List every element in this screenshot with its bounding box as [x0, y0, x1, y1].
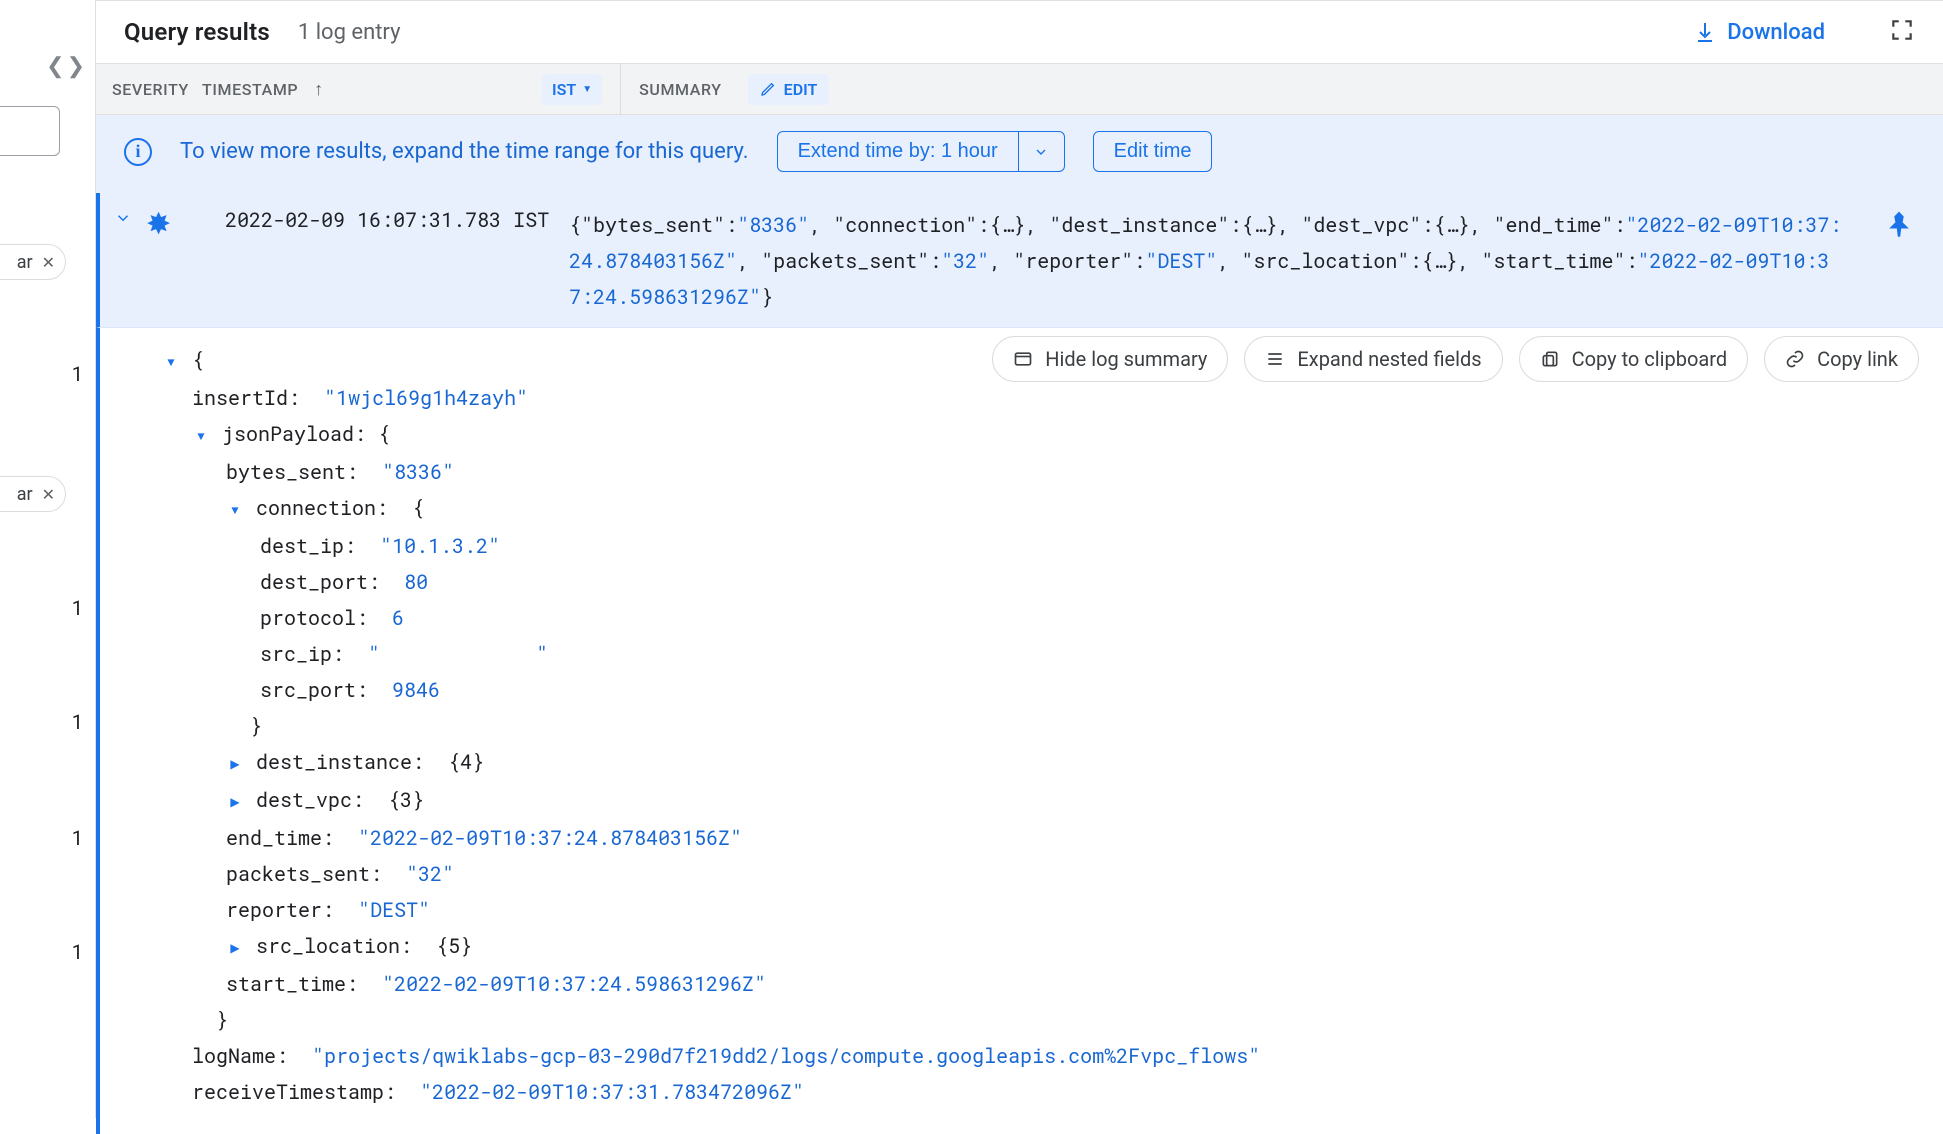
chevron-down-icon [1033, 144, 1049, 160]
col-severity[interactable]: SEVERITY [112, 80, 202, 99]
copy-link-label: Copy link [1817, 347, 1898, 371]
hide-log-summary-button[interactable]: Hide log summary [992, 336, 1228, 382]
dest-instance-count: 4 [460, 749, 472, 775]
code-toggle[interactable]: ❮ ❯ [46, 56, 85, 78]
copy-clipboard-button[interactable]: Copy to clipboard [1519, 336, 1749, 382]
edit-columns-chip[interactable]: EDIT [748, 74, 830, 105]
sidebar-field[interactable] [0, 106, 60, 156]
hide-log-summary-label: Hide log summary [1045, 347, 1207, 371]
col-summary[interactable]: SUMMARY [639, 80, 722, 99]
chevron-left-icon: ❮ [46, 56, 64, 78]
col-timestamp[interactable]: TIMESTAMP ↑ [202, 79, 412, 100]
chevron-right-icon: ❯ [67, 56, 85, 78]
dest-ip-value: 10.1.3.2 [392, 533, 488, 559]
log-name-value: projects/qwiklabs-gcp-03-290d7f219dd2/lo… [324, 1043, 1248, 1069]
fullscreen-button[interactable] [1889, 17, 1915, 47]
expand-icon [1265, 349, 1285, 369]
filter-chip-text: ar [17, 484, 33, 505]
panel-icon [1013, 349, 1033, 369]
info-icon: i [124, 138, 152, 166]
close-icon[interactable]: ✕ [42, 485, 55, 504]
row-count: 1 [72, 596, 83, 620]
extend-time-dropdown[interactable] [1019, 131, 1065, 172]
row-count: 1 [72, 710, 83, 734]
end-time-value: 2022-02-09T10:37:24.878403156Z [370, 825, 730, 851]
download-icon [1693, 20, 1717, 44]
receive-timestamp-value: 2022-02-09T10:37:31.783472096Z [432, 1079, 792, 1105]
caret-down-icon: ▼ [582, 84, 592, 95]
left-sidebar-strip: ❮ ❯ ar ✕ ar ✕ 1 1 1 1 1 [0, 0, 96, 1118]
banner-text: To view more results, expand the time ra… [180, 139, 749, 164]
fullscreen-icon [1889, 17, 1915, 43]
copy-link-button[interactable]: Copy link [1764, 336, 1919, 382]
pin-icon [1885, 211, 1913, 239]
pin-button[interactable] [1867, 205, 1921, 243]
entry-timestamp: 2022-02-09 16:07:31.783 IST [185, 205, 555, 233]
timezone-label: IST [552, 80, 576, 99]
tree-toggle[interactable] [226, 492, 244, 528]
dest-port-value: 80 [404, 569, 428, 595]
column-divider [620, 63, 621, 115]
pencil-icon [760, 81, 776, 97]
download-button[interactable]: Download [1693, 20, 1825, 45]
filter-chip-2[interactable]: ar ✕ [0, 476, 66, 512]
tree-toggle[interactable] [226, 784, 244, 820]
row-count: 1 [72, 940, 83, 964]
edit-label: EDIT [784, 80, 818, 99]
expand-toggle[interactable] [114, 209, 132, 232]
link-icon [1785, 349, 1805, 369]
tree-toggle[interactable] [162, 344, 180, 380]
copy-clipboard-label: Copy to clipboard [1572, 347, 1728, 371]
log-entry-expanded: Hide log summary Expand nested fields Co… [96, 328, 1943, 1134]
src-location-count: 5 [448, 933, 460, 959]
result-count: 1 log entry [298, 20, 401, 45]
extend-time-button[interactable]: Extend time by: 1 hour [777, 131, 1019, 172]
entry-summary: {"bytes_sent":"8336", "connection":{…}, … [569, 205, 1853, 315]
dest-vpc-count: 3 [400, 787, 412, 813]
expand-nested-label: Expand nested fields [1297, 347, 1481, 371]
json-tree: { insertId: "1wjcl69g1h4zayh" jsonPayloa… [122, 342, 1921, 1110]
log-entry-row[interactable]: ✸ 2022-02-09 16:07:31.783 IST {"bytes_se… [96, 193, 1943, 328]
tree-toggle[interactable] [226, 746, 244, 782]
tree-toggle[interactable] [192, 418, 210, 454]
row-count: 1 [72, 826, 83, 850]
start-time-value: 2022-02-09T10:37:24.598631296Z [394, 971, 754, 997]
timezone-chip[interactable]: IST ▼ [542, 74, 602, 105]
bytes-sent-value: 8336 [394, 459, 442, 485]
filter-chip-1[interactable]: ar ✕ [0, 244, 66, 280]
src-port-value: 9846 [392, 677, 440, 703]
time-range-banner: i To view more results, expand the time … [96, 115, 1943, 193]
filter-chip-text: ar [17, 252, 33, 273]
tree-toggle[interactable] [226, 930, 244, 966]
edit-time-button[interactable]: Edit time [1093, 131, 1213, 172]
packets-sent-value: 32 [418, 861, 442, 887]
page-title: Query results [124, 18, 270, 46]
protocol-value: 6 [392, 605, 404, 631]
row-count: 1 [72, 362, 83, 386]
close-icon[interactable]: ✕ [42, 253, 55, 272]
arrow-up-icon: ↑ [314, 79, 324, 100]
col-timestamp-label: TIMESTAMP [202, 80, 298, 99]
download-label: Download [1727, 20, 1825, 45]
severity-indicator: ✸ [146, 220, 171, 230]
insertId-value: 1wjcl69g1h4zayh [336, 385, 516, 411]
reporter-value: DEST [370, 897, 418, 923]
expand-nested-button[interactable]: Expand nested fields [1244, 336, 1502, 382]
chevron-down-icon [114, 209, 132, 227]
clipboard-icon [1540, 349, 1560, 369]
